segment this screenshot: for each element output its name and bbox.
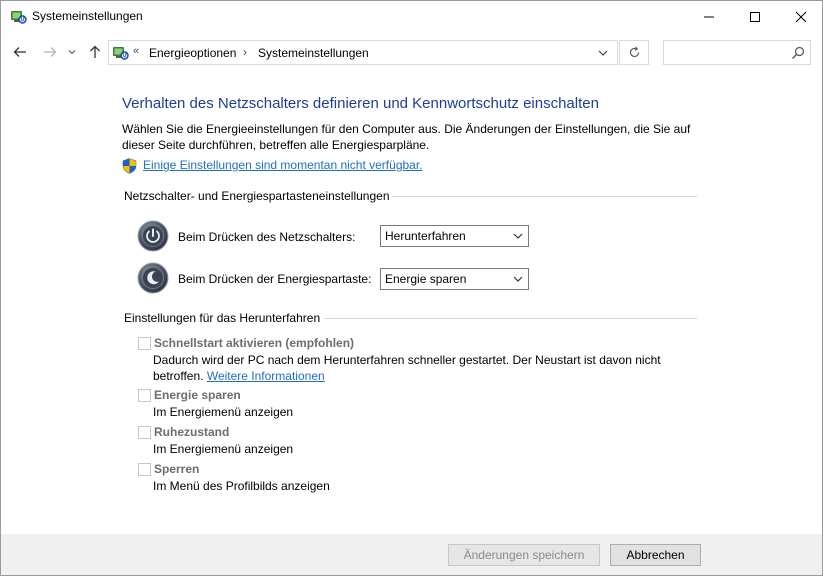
sleep-button-icon: [137, 262, 169, 294]
sleep-button-action-select[interactable]: Energie sparen: [380, 268, 529, 290]
window-title: Systemeinstellungen: [32, 9, 143, 23]
save-changes-button[interactable]: Änderungen speichern: [448, 544, 600, 566]
address-dropdown-button[interactable]: [593, 45, 613, 61]
breadcrumb-systemeinstellungen[interactable]: Systemeinstellungen: [258, 46, 369, 60]
cancel-button[interactable]: Abbrechen: [610, 544, 701, 566]
maximize-button[interactable]: [732, 1, 778, 32]
fast-startup-label: Schnellstart aktivieren (empfohlen): [154, 336, 355, 350]
power-button-label: Beim Drücken des Netzschalters:: [178, 230, 356, 244]
arrow-up-icon: [90, 45, 100, 58]
lock-option-label: Sperren: [154, 462, 200, 476]
recent-locations-button[interactable]: [64, 41, 80, 63]
title-bar[interactable]: Systemeinstellungen: [1, 1, 822, 32]
minimize-icon: [704, 16, 714, 17]
chevron-down-icon: [513, 276, 523, 282]
refresh-icon: [629, 46, 639, 58]
arrow-left-icon: [13, 47, 26, 57]
sleep-button-action-value: Energie sparen: [385, 272, 467, 286]
fast-startup-description: Dadurch wird der PC nach dem Herunterfah…: [153, 352, 673, 384]
breadcrumb-separator[interactable]: ›: [243, 45, 247, 59]
section-divider: [324, 318, 697, 319]
power-button-icon: [137, 220, 169, 252]
sleep-option-label: Energie sparen: [154, 388, 241, 402]
arrow-right-icon: [44, 47, 57, 57]
footer-bar: Änderungen speichern Abbrechen: [1, 534, 822, 575]
back-button[interactable]: [9, 41, 31, 63]
refresh-button[interactable]: [619, 40, 649, 65]
maximize-icon: [750, 11, 760, 22]
breadcrumb-energieoptionen[interactable]: Energieoptionen: [149, 46, 236, 60]
hibernate-checkbox[interactable]: [138, 426, 151, 439]
main-content: Verhalten des Netzschalters definieren u…: [1, 72, 822, 534]
close-icon: [795, 11, 807, 22]
minimize-button[interactable]: [686, 1, 732, 32]
chevron-down-icon: [513, 233, 523, 239]
power-buttons-section-title: Netzschalter- und Energiespartasteneinst…: [124, 189, 390, 203]
uac-shield-icon: [122, 158, 137, 174]
control-panel-icon: [112, 44, 129, 61]
sleep-option-description: Im Energiemenü anzeigen: [153, 405, 294, 419]
up-button[interactable]: [84, 41, 106, 63]
breadcrumb-overflow[interactable]: «: [133, 45, 139, 57]
navigation-bar: « Energieoptionen › Systemeinstellungen: [1, 32, 822, 72]
lock-checkbox[interactable]: [138, 463, 151, 476]
chevron-down-icon: [68, 50, 76, 55]
address-bar[interactable]: « Energieoptionen › Systemeinstellungen: [108, 40, 618, 65]
fast-startup-checkbox[interactable]: [138, 337, 151, 350]
sleep-button-label: Beim Drücken der Energiespartaste:: [178, 272, 372, 286]
section-divider: [392, 196, 697, 197]
chevron-down-icon: [598, 50, 608, 56]
shutdown-section-title: Einstellungen für das Herunterfahren: [124, 311, 321, 325]
page-description: Wählen Sie die Energieeinstellungen für …: [122, 122, 691, 152]
power-button-action-select[interactable]: Herunterfahren: [380, 225, 529, 247]
forward-button[interactable]: [39, 41, 61, 63]
lock-option-description: Im Menü des Profilbilds anzeigen: [153, 479, 330, 493]
power-options-icon: [10, 8, 27, 25]
search-icon[interactable]: [790, 45, 806, 61]
more-info-link[interactable]: Weitere Informationen: [207, 369, 325, 383]
page-title: Verhalten des Netzschalters definieren u…: [122, 95, 599, 112]
search-input[interactable]: [668, 44, 786, 61]
power-button-action-value: Herunterfahren: [385, 229, 466, 243]
window: Systemeinstellungen « Energieoptionen › …: [0, 0, 823, 576]
search-box[interactable]: [663, 40, 811, 65]
close-button[interactable]: [778, 1, 822, 32]
sleep-checkbox[interactable]: [138, 389, 151, 402]
unavailable-settings-link[interactable]: Einige Einstellungen sind momentan nicht…: [143, 158, 423, 172]
hibernate-option-description: Im Energiemenü anzeigen: [153, 442, 294, 456]
hibernate-option-label: Ruhezustand: [154, 425, 230, 439]
